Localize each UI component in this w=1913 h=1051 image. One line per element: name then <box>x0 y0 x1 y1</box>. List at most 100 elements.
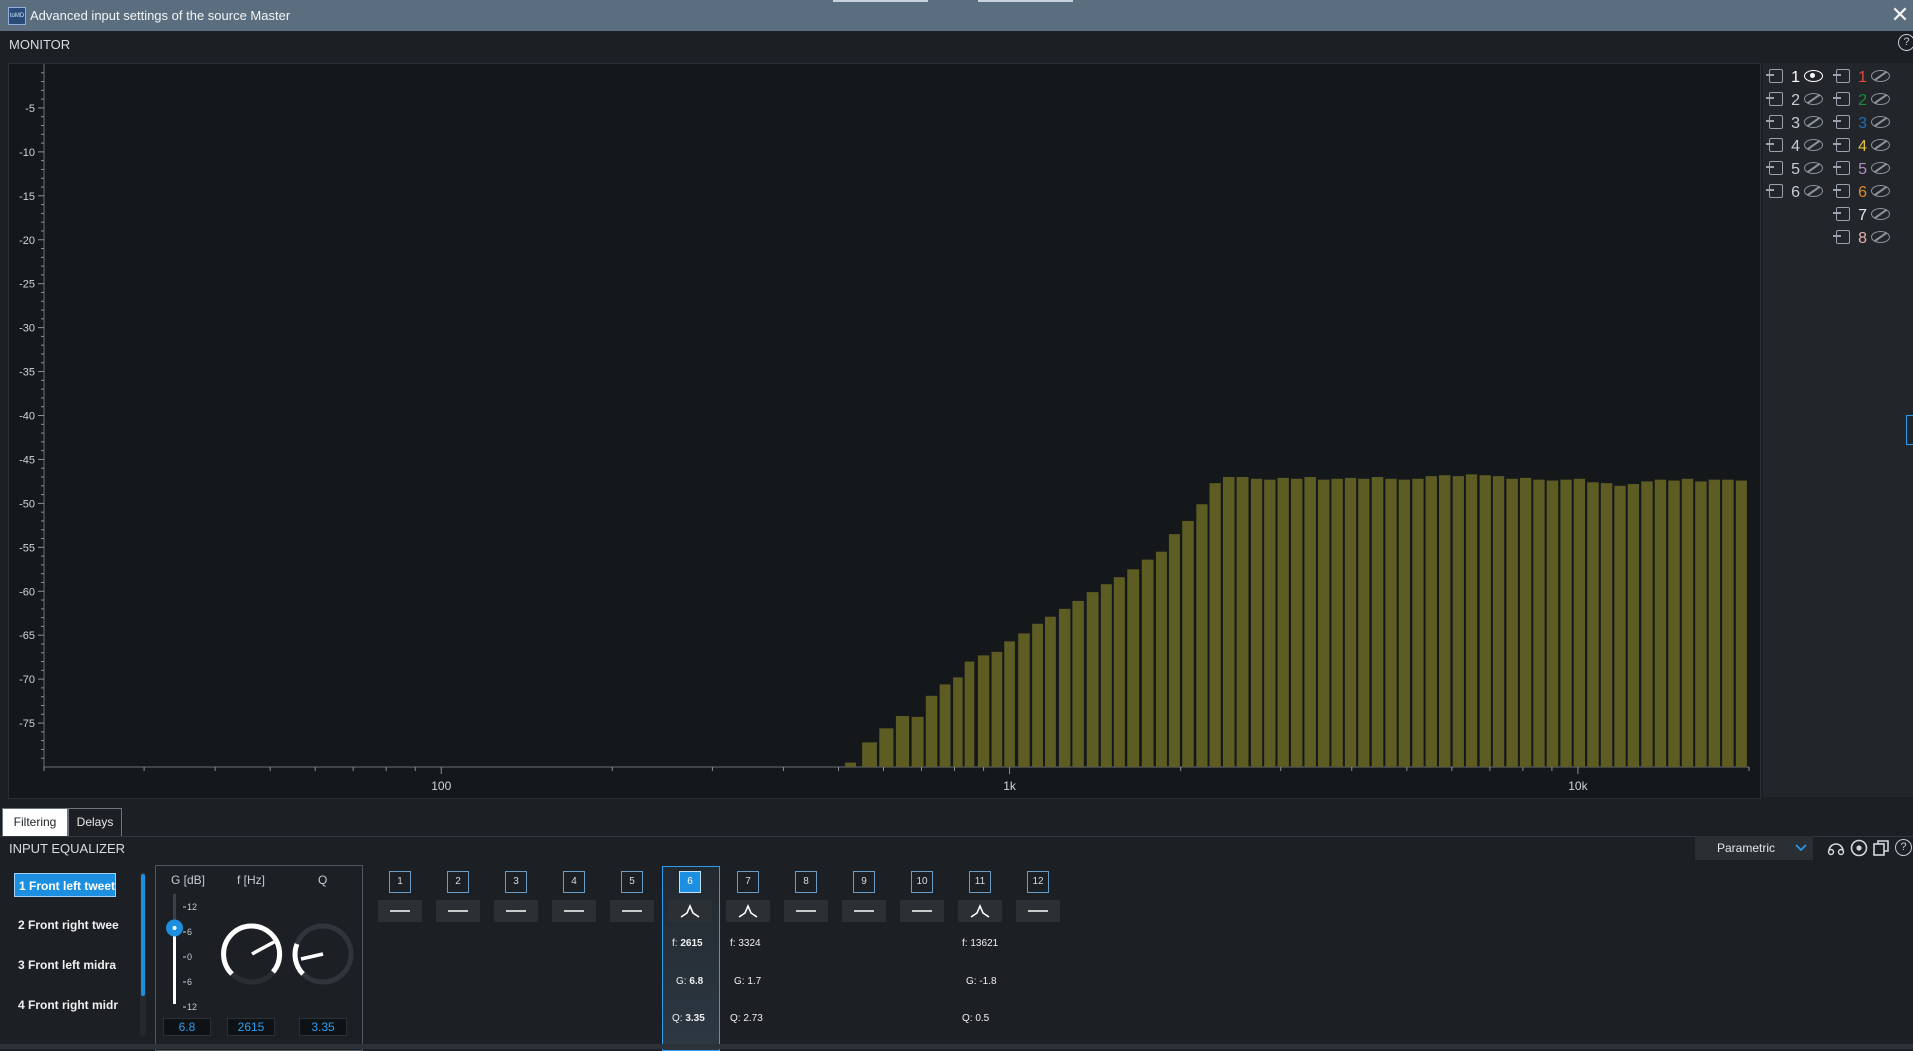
channel-item-4[interactable]: 4 Front right midr <box>14 993 120 1017</box>
spectrum-bar <box>991 651 1003 767</box>
band-button-1[interactable]: 1 <box>389 871 411 893</box>
legend-input-6[interactable]: 6 <box>1766 183 1823 203</box>
band-filter-type-5[interactable] <box>610 900 654 922</box>
band-button-2[interactable]: 2 <box>447 871 469 893</box>
spectrum-bar <box>1222 477 1235 767</box>
close-button[interactable]: ✕ <box>1887 2 1913 28</box>
reset-icon[interactable] <box>1849 838 1869 858</box>
band-filter-type-7[interactable] <box>726 900 770 922</box>
legend-output-8[interactable]: 8 <box>1833 229 1890 249</box>
band-button-10[interactable]: 10 <box>911 871 933 893</box>
band-button-11[interactable]: 11 <box>969 871 991 893</box>
spectrum-bar <box>1004 641 1015 767</box>
headphones-icon[interactable] <box>1826 838 1846 858</box>
legend-input-3[interactable]: 3 <box>1766 114 1823 134</box>
band-filter-type-6[interactable] <box>668 900 712 922</box>
eye-off-icon[interactable] <box>1804 162 1823 174</box>
q-knob[interactable] <box>292 923 354 985</box>
spectrum-bar <box>953 677 963 767</box>
spectrum-bar <box>1452 476 1464 767</box>
band-button-4[interactable]: 4 <box>563 871 585 893</box>
monitor-help-icon[interactable]: ? <box>1898 34 1913 51</box>
band-button-6[interactable]: 6 <box>679 871 701 893</box>
frequency-value-field[interactable]: 2615 <box>227 1018 275 1036</box>
tick-label: 12 <box>187 1002 197 1012</box>
frequency-knob[interactable] <box>221 923 283 985</box>
equalizer-help-icon[interactable]: ? <box>1895 839 1912 856</box>
taskbar-strip <box>0 1044 1913 1049</box>
gain-value-field[interactable]: 6.8 <box>163 1018 211 1036</box>
legend-output-3[interactable]: 3 <box>1833 114 1890 134</box>
band-filter-type-8[interactable] <box>784 900 828 922</box>
output-icon <box>1833 161 1850 175</box>
copy-icon[interactable] <box>1871 838 1891 858</box>
spectrum-bar <box>1668 480 1680 767</box>
eye-off-icon[interactable] <box>1871 70 1890 82</box>
eye-off-icon[interactable] <box>1804 139 1823 151</box>
spectrum-bar <box>1438 475 1451 767</box>
eye-off-icon[interactable] <box>1871 208 1890 220</box>
spectrum-bar <box>1641 481 1653 767</box>
side-panel-handle[interactable] <box>1906 415 1913 445</box>
eye-off-icon[interactable] <box>1871 139 1890 151</box>
band-button-5[interactable]: 5 <box>621 871 643 893</box>
eye-off-icon[interactable] <box>1871 231 1890 243</box>
window-title: Advanced input settings of the source Ma… <box>30 8 291 23</box>
band-button-8[interactable]: 8 <box>795 871 817 893</box>
eye-off-icon[interactable] <box>1804 93 1823 105</box>
band-filter-type-2[interactable] <box>436 900 480 922</box>
band-button-7[interactable]: 7 <box>737 871 759 893</box>
legend-input-5[interactable]: 5 <box>1766 160 1823 180</box>
band-7-gain: G: 1.7 <box>734 976 762 987</box>
eq-mode-value: Parametric <box>1717 841 1776 855</box>
tab-delays[interactable]: Delays <box>68 808 122 837</box>
band-button-3[interactable]: 3 <box>505 871 527 893</box>
eq-mode-select[interactable]: Parametric <box>1695 836 1813 860</box>
band-filter-type-3[interactable] <box>494 900 538 922</box>
legend-output-5[interactable]: 5 <box>1833 160 1890 180</box>
spectrum-bar <box>1044 616 1056 767</box>
band-filter-type-4[interactable] <box>552 900 596 922</box>
eye-icon[interactable] <box>1804 70 1823 82</box>
band-filter-type-1[interactable] <box>378 900 422 922</box>
eye-off-icon[interactable] <box>1871 93 1890 105</box>
band-filter-type-9[interactable] <box>842 900 886 922</box>
channel-item-3[interactable]: 3 Front left midra <box>14 953 120 977</box>
eye-off-icon[interactable] <box>1804 185 1823 197</box>
legend-output-1[interactable]: 1 <box>1833 68 1890 88</box>
band-filter-type-10[interactable] <box>900 900 944 922</box>
spectrum-bar <box>1209 483 1221 767</box>
legend-output-number: 2 <box>1858 92 1867 109</box>
spectrum-bar <box>1058 608 1071 767</box>
band-button-12[interactable]: 12 <box>1027 871 1049 893</box>
eye-off-icon[interactable] <box>1871 116 1890 128</box>
eye-off-icon[interactable] <box>1804 116 1823 128</box>
channel-item-2[interactable]: 2 Front right twee <box>14 913 120 937</box>
legend-output-6[interactable]: 6 <box>1833 183 1890 203</box>
legend-output-7[interactable]: 7 <box>1833 206 1890 226</box>
flat-filter-icon <box>842 909 886 926</box>
title-notch-right <box>978 0 1073 2</box>
y-tick-label: -70 <box>19 674 35 686</box>
legend-input-2[interactable]: 2 <box>1766 91 1823 111</box>
gain-slider[interactable] <box>166 894 183 1004</box>
channel-item-1[interactable]: 1 Front left tweet <box>14 873 116 897</box>
legend-input-4[interactable]: 4 <box>1766 137 1823 157</box>
band-filter-type-11[interactable] <box>958 900 1002 922</box>
band-filter-type-12[interactable] <box>1016 900 1060 922</box>
spectrum-bar <box>1681 478 1694 767</box>
legend-output-2[interactable]: 2 <box>1833 91 1890 111</box>
spectrum-bar <box>1196 504 1208 767</box>
tab-filtering[interactable]: Filtering <box>2 808 68 837</box>
band-button-9[interactable]: 9 <box>853 871 875 893</box>
legend-input-1[interactable]: 1 <box>1766 68 1823 88</box>
y-tick-label: -20 <box>19 235 35 247</box>
channel-scrollbar[interactable] <box>141 874 145 996</box>
spectrum-bar <box>1412 478 1424 767</box>
spectrum-bar <box>1627 484 1640 767</box>
legend-output-4[interactable]: 4 <box>1833 137 1890 157</box>
q-value-field[interactable]: 3.35 <box>299 1018 347 1036</box>
eye-off-icon[interactable] <box>1871 185 1890 197</box>
spectrum-bar <box>1533 479 1545 767</box>
eye-off-icon[interactable] <box>1871 162 1890 174</box>
